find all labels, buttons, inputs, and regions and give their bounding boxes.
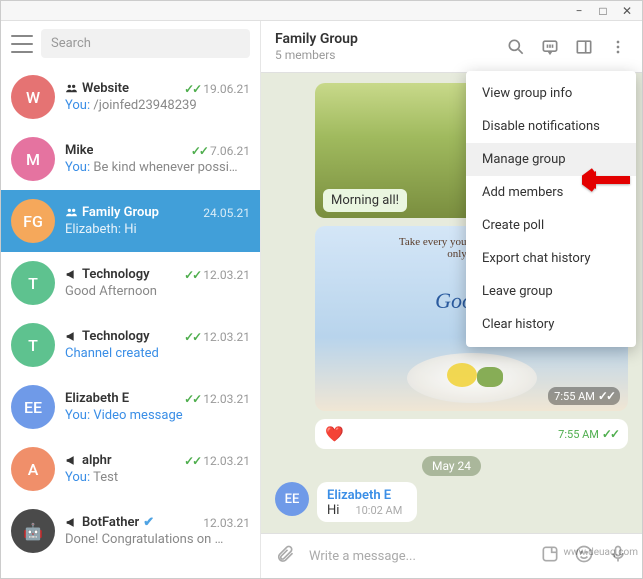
chat-item-name: Mike bbox=[65, 143, 93, 158]
window-minimize[interactable]: − bbox=[572, 4, 586, 18]
avatar: M bbox=[11, 137, 55, 181]
chat-header: Family Group 5 members bbox=[261, 21, 642, 73]
dropdown-item[interactable]: View group info bbox=[466, 77, 636, 110]
date-separator: May 24 bbox=[275, 459, 628, 474]
reaction-time: 7:55 AM ✓✓ bbox=[558, 427, 618, 441]
message-text: Hi bbox=[327, 503, 339, 518]
avatar: EE bbox=[11, 385, 55, 429]
window-maximize[interactable]: □ bbox=[596, 4, 610, 18]
window-titlebar: − □ ✕ bbox=[1, 1, 642, 21]
chat-item-time: ✓✓ 12.03.21 bbox=[184, 392, 250, 406]
chat-list-item[interactable]: W Website ✓✓ 19.06.21 You: /joinfed23948239 bbox=[1, 66, 260, 128]
dropdown-item[interactable]: Disable notifications bbox=[466, 110, 636, 143]
attach-icon[interactable] bbox=[275, 544, 295, 568]
chat-item-name: Technology bbox=[65, 267, 150, 282]
chat-item-time: ✓✓ 12.03.21 bbox=[184, 330, 250, 344]
avatar: A bbox=[11, 447, 55, 491]
chat-list-item[interactable]: M Mike ✓✓ 7.06.21 You: Be kind whenever pos… bbox=[1, 128, 260, 190]
chat-item-preview: You: Video message bbox=[65, 408, 250, 423]
image-timestamp: 7:55 AM✓✓ bbox=[548, 387, 620, 405]
avatar[interactable]: EE bbox=[275, 482, 309, 516]
main-area: Family Group 5 members Morning all! Take… bbox=[261, 21, 642, 578]
message-sender: Elizabeth E bbox=[327, 488, 407, 503]
image-caption: Morning all! bbox=[323, 189, 407, 212]
dropdown-item[interactable]: Leave group bbox=[466, 275, 636, 308]
chat-list: W Website ✓✓ 19.06.21 You: /joinfed23948239… bbox=[1, 66, 260, 578]
message-input[interactable]: Write a message... bbox=[309, 549, 526, 564]
window-close[interactable]: ✕ bbox=[620, 4, 634, 18]
chat-item-preview: You: /joinfed23948239 bbox=[65, 98, 250, 113]
more-icon[interactable] bbox=[608, 37, 628, 57]
incoming-message: EE Elizabeth E Hi 10:02 AM bbox=[275, 482, 628, 522]
more-dropdown: View group infoDisable notificationsMana… bbox=[466, 71, 636, 347]
chat-list-item[interactable]: EE Elizabeth E ✓✓ 12.03.21 You: Video messa… bbox=[1, 376, 260, 438]
sidebar: Search W Website ✓✓ 19.06.21 You: /joinfed2… bbox=[1, 21, 261, 578]
chat-title[interactable]: Family Group bbox=[275, 31, 506, 47]
chat-list-item[interactable]: T Technology ✓✓ 12.03.21 Channel created bbox=[1, 314, 260, 376]
chat-item-time: ✓✓ 12.03.21 bbox=[184, 454, 250, 468]
chat-item-preview: Done! Congratulations on … bbox=[65, 532, 250, 547]
annotation-arrow bbox=[582, 168, 630, 196]
reaction-bar[interactable]: ❤️ 7:55 AM ✓✓ bbox=[315, 419, 628, 449]
chat-item-time: ✓✓ 12.03.21 bbox=[184, 268, 250, 282]
chat-item-name: Website bbox=[65, 81, 129, 96]
chat-item-time: 12.03.21 bbox=[203, 516, 250, 530]
chat-item-name: alphr bbox=[65, 453, 112, 468]
chat-item-time: ✓✓ 19.06.21 bbox=[184, 82, 250, 96]
chat-item-preview: Elizabeth: Hi bbox=[65, 222, 250, 237]
avatar: 🤖 bbox=[11, 509, 55, 553]
composer: Write a message... bbox=[261, 533, 642, 578]
dropdown-item[interactable]: Create poll bbox=[466, 209, 636, 242]
dropdown-item[interactable]: Export chat history bbox=[466, 242, 636, 275]
dropdown-item[interactable]: Clear history bbox=[466, 308, 636, 341]
avatar: W bbox=[11, 75, 55, 119]
chat-item-name: Elizabeth E bbox=[65, 391, 129, 406]
chat-list-item[interactable]: 🤖 BotFather ✔ 12.03.21 Done! Congratulation… bbox=[1, 500, 260, 562]
chat-item-preview: You: Test bbox=[65, 470, 250, 485]
menu-button[interactable] bbox=[11, 35, 33, 53]
chat-item-time: ✓✓ 7.06.21 bbox=[191, 144, 250, 158]
heart-icon: ❤️ bbox=[325, 425, 344, 443]
chat-item-time: 24.05.21 bbox=[203, 206, 250, 220]
sticker-icon[interactable] bbox=[540, 544, 560, 568]
chat-subtitle: 5 members bbox=[275, 48, 506, 62]
sidepanel-icon[interactable] bbox=[574, 37, 594, 57]
chat-list-item[interactable]: Aalphr ✓✓ 12.03.21 You: Test bbox=[1, 438, 260, 500]
chat-list-item[interactable]: T Technology ✓✓ 12.03.21 Good Afternoon bbox=[1, 252, 260, 314]
emoji-icon[interactable] bbox=[574, 544, 594, 568]
chat-list-item[interactable]: FG Family Group 24.05.21 Elizabeth: Hi bbox=[1, 190, 260, 252]
message-time: 10:02 AM bbox=[355, 504, 402, 517]
chat-item-preview: You: Be kind whenever possi… bbox=[65, 160, 250, 175]
chat-item-preview: Channel created bbox=[65, 346, 250, 361]
search-input[interactable]: Search bbox=[41, 29, 250, 58]
chat-item-preview: Good Afternoon bbox=[65, 284, 250, 299]
chat-item-name: BotFather ✔ bbox=[65, 515, 154, 530]
avatar: T bbox=[11, 261, 55, 305]
message-bubble[interactable]: Elizabeth E Hi 10:02 AM bbox=[317, 482, 417, 522]
chat-item-name: Family Group bbox=[65, 205, 159, 220]
chat-item-name: Technology bbox=[65, 329, 150, 344]
search-icon[interactable] bbox=[506, 37, 526, 57]
comments-icon[interactable] bbox=[540, 37, 560, 57]
avatar: T bbox=[11, 323, 55, 367]
mic-icon[interactable] bbox=[608, 544, 628, 568]
avatar: FG bbox=[11, 199, 55, 243]
